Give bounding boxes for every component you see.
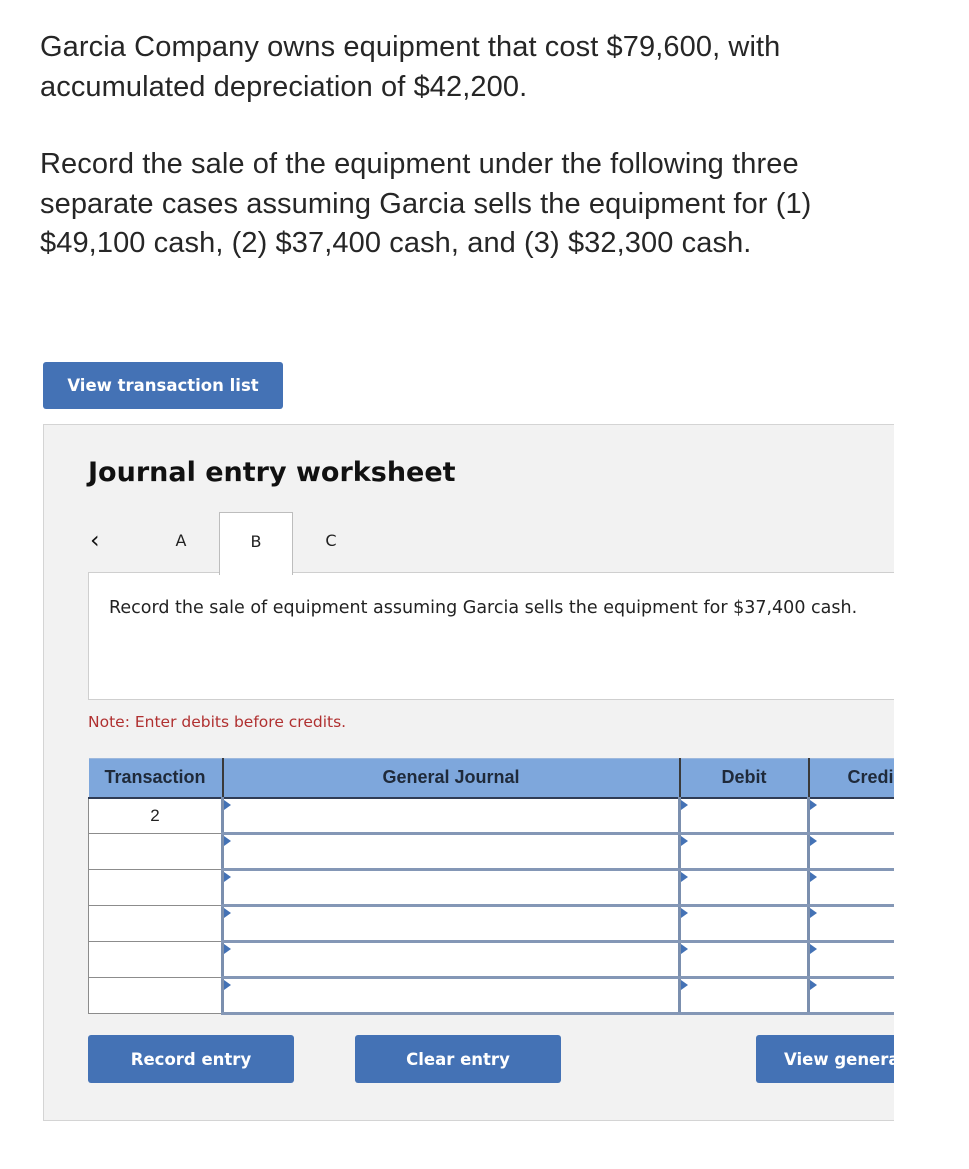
debit-input[interactable] [681, 871, 807, 904]
view-general-journal-button[interactable]: View genera [756, 1035, 894, 1083]
dropdown-indicator-icon [681, 944, 688, 954]
debit-cell[interactable] [678, 905, 809, 943]
journal-row [88, 905, 894, 943]
debit-input[interactable] [681, 907, 807, 940]
journal-row: 2 [88, 797, 894, 835]
general-journal-table: Transaction General Journal Debit Credi … [88, 758, 894, 1015]
chevron-left-icon[interactable]: ‹ [90, 526, 114, 554]
journal-row [88, 833, 894, 871]
account-input[interactable] [224, 835, 678, 868]
debit-cell[interactable] [678, 869, 809, 907]
account-cell[interactable] [221, 869, 680, 907]
credit-input[interactable] [810, 871, 894, 904]
debit-cell[interactable] [678, 833, 809, 871]
worksheet-tabs: ‹ A B C [88, 512, 894, 575]
dropdown-indicator-icon [224, 980, 231, 990]
account-input[interactable] [224, 798, 678, 832]
dropdown-indicator-icon [810, 944, 817, 954]
journal-row [88, 977, 894, 1015]
dropdown-indicator-icon [681, 799, 688, 810]
credit-cell[interactable] [807, 797, 894, 835]
problem-paragraph-2: Record the sale of the equipment under t… [40, 148, 812, 259]
transaction-cell [88, 833, 223, 870]
problem-paragraph-1: Garcia Company owns equipment that cost … [40, 31, 781, 103]
transaction-cell [88, 977, 223, 1014]
transaction-cell: 2 [88, 797, 223, 834]
credit-cell[interactable] [807, 941, 894, 979]
dropdown-indicator-icon [224, 944, 231, 954]
dropdown-indicator-icon [224, 799, 231, 810]
dropdown-indicator-icon [810, 980, 817, 990]
tab-c[interactable]: C [294, 512, 368, 574]
credit-cell[interactable] [807, 833, 894, 871]
account-input[interactable] [224, 943, 678, 976]
journal-row [88, 941, 894, 979]
credit-cell[interactable] [807, 977, 894, 1015]
debit-input[interactable] [681, 979, 807, 1012]
dropdown-indicator-icon [810, 908, 817, 918]
tab-b[interactable]: B [219, 512, 293, 575]
transaction-cell [88, 941, 223, 978]
credit-input[interactable] [810, 798, 894, 832]
dropdown-indicator-icon [224, 872, 231, 882]
debit-cell[interactable] [678, 797, 809, 835]
clear-entry-button[interactable]: Clear entry [355, 1035, 561, 1083]
credit-cell[interactable] [807, 869, 894, 907]
account-input[interactable] [224, 979, 678, 1012]
column-header-transaction: Transaction [88, 758, 224, 799]
account-cell[interactable] [221, 833, 680, 871]
column-header-general-journal: General Journal [222, 758, 681, 799]
dropdown-indicator-icon [810, 872, 817, 882]
dropdown-indicator-icon [681, 908, 688, 918]
journal-row [88, 869, 894, 907]
view-transaction-list-button[interactable]: View transaction list [43, 362, 283, 409]
debit-cell[interactable] [678, 941, 809, 979]
transaction-prompt-box: Record the sale of equipment assuming Ga… [88, 572, 894, 700]
dropdown-indicator-icon [224, 908, 231, 918]
account-cell[interactable] [221, 941, 680, 979]
dropdown-indicator-icon [810, 799, 817, 810]
debits-credits-note: Note: Enter debits before credits. [88, 713, 347, 731]
debit-input[interactable] [681, 835, 807, 868]
credit-input[interactable] [810, 943, 894, 976]
journal-header-row: Transaction General Journal Debit Credi [88, 758, 894, 799]
problem-statement: Garcia Company owns equipment that cost … [40, 28, 920, 264]
column-header-credit: Credi [808, 758, 894, 799]
credit-input[interactable] [810, 907, 894, 940]
column-header-debit: Debit [679, 758, 810, 799]
tab-a[interactable]: A [144, 512, 218, 574]
account-input[interactable] [224, 907, 678, 940]
credit-input[interactable] [810, 979, 894, 1012]
credit-input[interactable] [810, 835, 894, 868]
dropdown-indicator-icon [681, 980, 688, 990]
debit-input[interactable] [681, 943, 807, 976]
transaction-cell [88, 905, 223, 942]
debit-input[interactable] [681, 798, 807, 832]
record-entry-button[interactable]: Record entry [88, 1035, 294, 1083]
transaction-prompt: Record the sale of equipment assuming Ga… [109, 598, 858, 618]
transaction-cell [88, 869, 223, 906]
worksheet-title: Journal entry worksheet [88, 457, 456, 488]
credit-cell[interactable] [807, 905, 894, 943]
dropdown-indicator-icon [681, 836, 688, 846]
dropdown-indicator-icon [224, 836, 231, 846]
debit-cell[interactable] [678, 977, 809, 1015]
account-cell[interactable] [221, 977, 680, 1015]
dropdown-indicator-icon [681, 872, 688, 882]
dropdown-indicator-icon [810, 836, 817, 846]
account-input[interactable] [224, 871, 678, 904]
account-cell[interactable] [221, 797, 680, 835]
journal-entry-worksheet: Journal entry worksheet ‹ A B C Record t… [43, 424, 894, 1121]
account-cell[interactable] [221, 905, 680, 943]
